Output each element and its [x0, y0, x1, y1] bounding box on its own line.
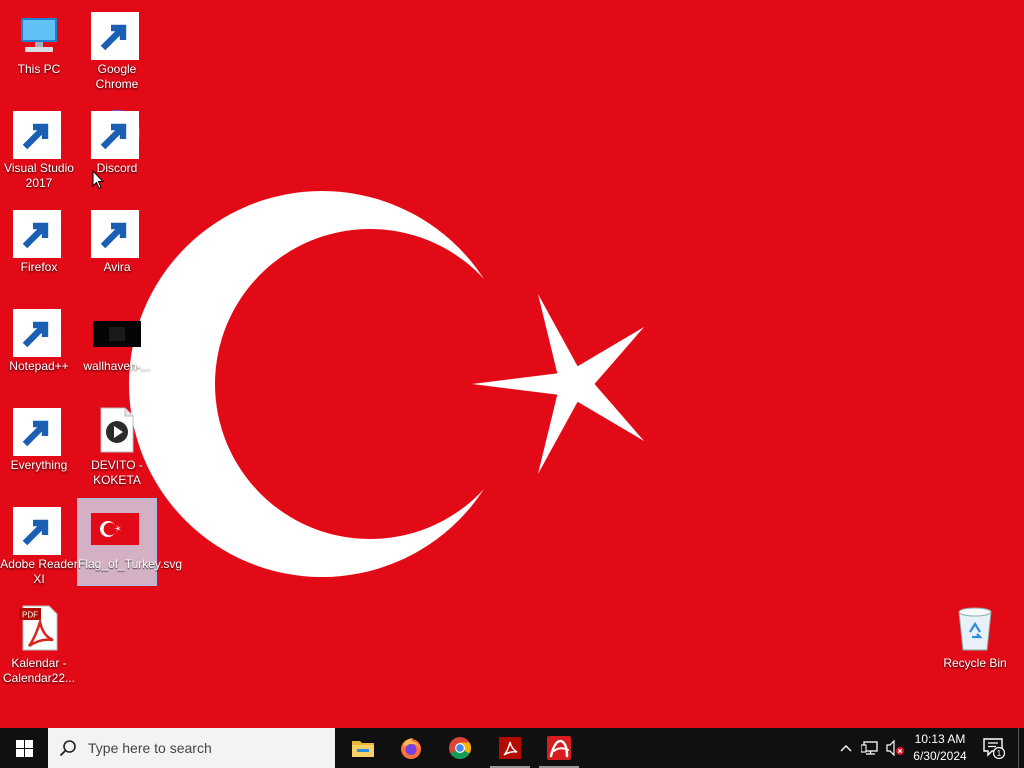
notification-count-badge: 1 [997, 749, 1002, 758]
notification-icon: 1 [983, 738, 1006, 759]
desktop-icon-label: Avira [103, 260, 131, 274]
notepad-plus-plus-icon [13, 307, 63, 357]
desktop-icon-label: This PC [17, 62, 61, 76]
desktop-icon-label: wallhaven-... [83, 359, 151, 373]
firefox-icon [13, 208, 63, 258]
desktop-icon-label: Google Chrome [95, 62, 139, 91]
network-icon [861, 741, 878, 755]
this-pc-icon [15, 10, 63, 58]
desktop-icon-this-pc[interactable]: This PC [0, 4, 78, 90]
desktop-icon-visual-studio[interactable]: Visual Studio 2017 [0, 103, 78, 190]
desktop-icon-label: Kalendar - Calendar22... [2, 656, 76, 685]
desktop-icon-everything[interactable]: Everything [0, 400, 78, 486]
desktop-icon-kalendar[interactable]: PDF Kalendar - Calendar22... [0, 598, 78, 685]
avira-icon [547, 736, 571, 760]
taskbar-file-explorer[interactable] [340, 728, 386, 768]
taskbar-adobe-reader[interactable] [487, 728, 533, 768]
avira-icon [91, 208, 141, 258]
mouse-cursor-icon [92, 170, 104, 190]
everything-search-icon [13, 406, 63, 456]
desktop-icon-notepad-plus-plus[interactable]: Notepad++ [0, 301, 78, 387]
desktop-icon-label: Notepad++ [9, 359, 69, 373]
taskbar-search-box[interactable]: Type here to search [48, 728, 335, 768]
desktop-icon-label: Discord [96, 161, 138, 175]
desktop-icon-label: Adobe Reader XI [0, 557, 78, 586]
desktop-icon-adobe-reader[interactable]: Adobe Reader XI [0, 499, 78, 586]
taskbar-chrome[interactable] [437, 728, 483, 768]
desktop-icon-avira[interactable]: Avira [78, 202, 156, 288]
volume-muted-icon [886, 740, 904, 756]
desktop-icon-label: DEVITO - KOKETA [91, 458, 143, 487]
desktop-icon-label: Flag_of_Turkey.svg [78, 557, 183, 571]
desktop-icon-google-chrome[interactable]: Google Chrome [78, 4, 156, 91]
taskbar-firefox[interactable] [388, 728, 434, 768]
desktop-icon-label: Recycle Bin [943, 656, 1007, 670]
action-center-button[interactable]: 1 [976, 728, 1012, 768]
chrome-icon [91, 10, 141, 60]
search-placeholder: Type here to search [88, 740, 212, 756]
media-file-icon [93, 406, 141, 454]
show-desktop-button[interactable] [1018, 728, 1024, 768]
desktop-icon-wallhaven[interactable]: wallhaven-... [78, 301, 156, 387]
chrome-icon [449, 737, 471, 759]
show-hidden-icons-button[interactable] [836, 728, 856, 768]
clock-time: 10:13 AM [914, 732, 966, 746]
taskbar: Type here to search 10:13 AM 6/30/2024 1 [0, 728, 1024, 768]
desktop-icon-label: Visual Studio 2017 [4, 161, 74, 190]
search-icon [48, 728, 88, 768]
svg-file-icon [91, 513, 139, 545]
windows-logo-icon [15, 739, 33, 757]
svg-text:PDF: PDF [22, 611, 38, 620]
firefox-icon [401, 738, 421, 759]
taskbar-avira[interactable] [536, 728, 582, 768]
adobe-reader-icon [13, 505, 63, 555]
chevron-up-icon [840, 745, 852, 752]
taskbar-clock[interactable]: 10:13 AM 6/30/2024 [905, 728, 975, 768]
clock-date: 6/30/2024 [913, 749, 967, 763]
visual-studio-icon [13, 109, 63, 159]
desktop-icon-recycle-bin[interactable]: Recycle Bin [936, 598, 1014, 684]
desktop[interactable]: This PC Google Chrome Visual Studio 2017… [0, 0, 1024, 728]
start-button[interactable] [0, 728, 48, 768]
desktop-icon-discord[interactable]: Discord [78, 103, 156, 189]
pdf-file-icon: PDF [15, 604, 63, 652]
desktop-icon-devito-koketa[interactable]: DEVITO - KOKETA [78, 400, 156, 487]
desktop-icon-label: Everything [10, 458, 68, 472]
discord-icon [91, 109, 141, 159]
network-tray-button[interactable] [858, 728, 882, 768]
desktop-icon-firefox[interactable]: Firefox [0, 202, 78, 288]
desktop-icon-label: Firefox [20, 260, 58, 274]
file-explorer-icon [352, 741, 374, 757]
adobe-reader-icon [499, 737, 521, 759]
volume-tray-button[interactable] [884, 728, 906, 768]
image-thumbnail-icon [93, 307, 141, 355]
recycle-bin-icon [951, 604, 999, 652]
desktop-icon-flag-of-turkey[interactable]: Flag_of_Turkey.svg [77, 498, 183, 586]
